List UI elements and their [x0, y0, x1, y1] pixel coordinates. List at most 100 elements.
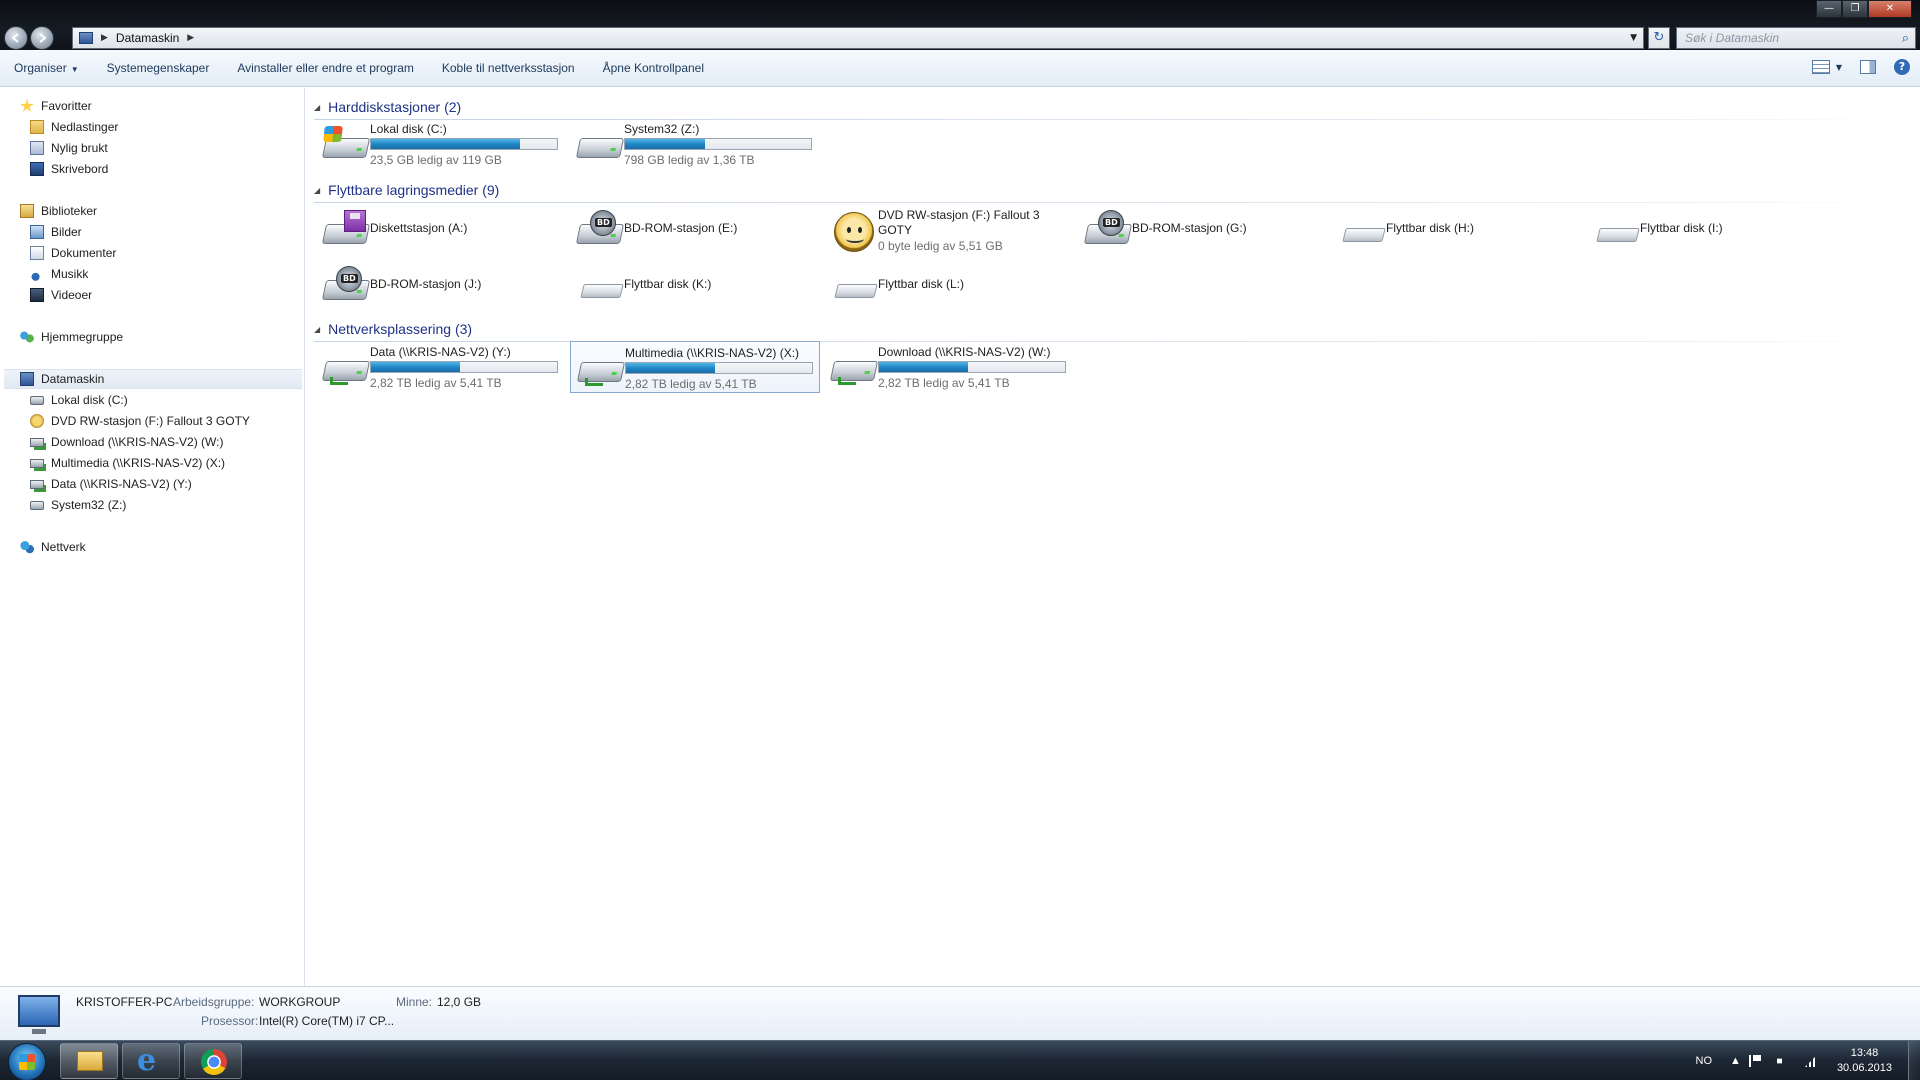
volume-icon[interactable]	[1776, 1055, 1787, 1067]
nav-videos[interactable]: Videoer	[30, 285, 92, 305]
collapse-triangle-icon[interactable]: ◢	[314, 103, 320, 112]
windows-logo-icon	[323, 126, 343, 142]
group-header-removable[interactable]: ◢ Flyttbare lagringsmedier (9)	[314, 181, 1918, 203]
nav-label: Hjemmegruppe	[41, 330, 124, 344]
nav-drive-z[interactable]: System32 (Z:)	[30, 495, 126, 515]
workgroup-value: WORKGROUP	[259, 995, 341, 1009]
show-hidden-icons-icon[interactable]: ▲	[1730, 1055, 1741, 1067]
search-icon[interactable]: ⌕	[1902, 30, 1909, 46]
drive-tile-x[interactable]: Multimedia (\\KRIS-NAS-V2) (X:) 2,82 TB …	[570, 341, 820, 393]
organize-button[interactable]: Organiser ▼	[0, 61, 93, 75]
forward-button[interactable]	[30, 26, 54, 50]
drive-tile-h[interactable]: Flyttbar disk (H:)	[1332, 204, 1582, 256]
taskbar-chrome[interactable]	[184, 1043, 242, 1079]
minimize-button[interactable]: —	[1816, 0, 1842, 18]
address-dropdown-icon[interactable]: ▼	[1630, 33, 1637, 43]
network-drive-icon	[30, 479, 44, 489]
chrome-icon	[201, 1049, 227, 1075]
internet-explorer-icon: e	[137, 1043, 157, 1078]
nav-music[interactable]: Musikk	[30, 264, 88, 284]
show-desktop-button[interactable]	[1908, 1041, 1920, 1080]
drive-tile-k[interactable]: Flyttbar disk (K:)	[570, 260, 820, 312]
breadcrumb-computer[interactable]: Datamaskin	[116, 31, 179, 45]
action-center-flag-icon[interactable]	[1748, 1055, 1761, 1067]
nav-recent[interactable]: Nylig brukt	[30, 138, 108, 158]
nav-documents[interactable]: Dokumenter	[30, 243, 116, 263]
downloads-folder-icon	[30, 120, 44, 134]
computer-name: KRISTOFFER-PC	[76, 995, 173, 1009]
nav-favorites[interactable]: Favoritter	[20, 96, 92, 116]
drive-usage-fill	[879, 362, 969, 372]
nav-pictures[interactable]: Bilder	[30, 222, 82, 242]
taskbar-explorer[interactable]	[60, 1043, 118, 1079]
nav-homegroup[interactable]: Hjemmegruppe	[20, 327, 123, 347]
nav-network[interactable]: Nettverk	[20, 537, 86, 557]
nav-computer[interactable]: Datamaskin	[4, 369, 302, 389]
nav-desktop[interactable]: Skrivebord	[30, 159, 108, 179]
collapse-triangle-icon[interactable]: ◢	[314, 186, 320, 195]
nav-drive-c[interactable]: Lokal disk (C:)	[30, 390, 128, 410]
floppy-drive-icon	[321, 210, 371, 252]
maximize-button[interactable]: ❐	[1842, 0, 1868, 18]
open-control-panel-button[interactable]: Åpne Kontrollpanel	[589, 61, 718, 75]
nav-label: Nylig brukt	[51, 141, 108, 155]
refresh-button[interactable]: ↻	[1648, 27, 1670, 49]
clock-time: 13:48	[1850, 1047, 1879, 1059]
drive-tile-y[interactable]: Data (\\KRIS-NAS-V2) (Y:) 2,82 TB ledig …	[316, 341, 566, 393]
back-button[interactable]	[4, 26, 28, 50]
drive-space-info: 2,82 TB ledig av 5,41 TB	[878, 376, 1010, 390]
drive-tile-j[interactable]: BD BD-ROM-stasjon (J:)	[316, 260, 566, 312]
recent-places-icon	[30, 141, 44, 155]
drive-tile-f[interactable]: DVD RW-stasjon (F:) Fallout 3 GOTY 0 byt…	[824, 204, 1074, 256]
breadcrumb-chevron-icon[interactable]: ▶	[187, 33, 194, 43]
drive-tile-c[interactable]: Lokal disk (C:) 23,5 GB ledig av 119 GB	[316, 118, 566, 170]
drive-name: DVD RW-stasjon (F:) Fallout 3 GOTY	[878, 208, 1040, 237]
nav-drive-f[interactable]: DVD RW-stasjon (F:) Fallout 3 GOTY	[30, 411, 250, 431]
removable-disk-icon	[576, 266, 624, 308]
drive-name: Flyttbar disk (K:)	[624, 277, 712, 291]
drive-tile-e[interactable]: BD BD-ROM-stasjon (E:)	[570, 204, 820, 256]
collapse-triangle-icon[interactable]: ◢	[314, 325, 320, 334]
nav-drive-w[interactable]: Download (\\KRIS-NAS-V2) (W:)	[30, 432, 223, 452]
change-view-button[interactable]: ▼	[1811, 60, 1842, 74]
close-button[interactable]: ✕	[1868, 0, 1912, 18]
network-drive-icon	[30, 437, 44, 447]
group-header-hard-drives[interactable]: ◢ Harddiskstasjoner (2)	[314, 98, 1918, 120]
drive-tile-l[interactable]: Flyttbar disk (L:)	[824, 260, 1074, 312]
drive-tile-i[interactable]: Flyttbar disk (I:)	[1586, 204, 1836, 256]
system-properties-button[interactable]: Systemegenskaper	[93, 61, 224, 75]
pictures-icon	[30, 225, 44, 239]
language-indicator[interactable]: NO	[1696, 1055, 1713, 1067]
drive-name: Lokal disk (C:)	[370, 122, 447, 136]
taskbar-internet-explorer[interactable]: e	[122, 1043, 180, 1079]
address-bar[interactable]: ▶ Datamaskin ▶ ▼	[72, 27, 1644, 49]
clock[interactable]: 13:48 30.06.2013	[1837, 1046, 1892, 1076]
refresh-icon: ↻	[1653, 30, 1665, 45]
help-button[interactable]: ?	[1894, 59, 1910, 75]
map-network-drive-button[interactable]: Koble til nettverksstasjon	[428, 61, 589, 75]
libraries-icon	[20, 204, 34, 218]
drive-name: Flyttbar disk (I:)	[1640, 221, 1723, 235]
nav-libraries[interactable]: Biblioteker	[20, 201, 97, 221]
nav-drive-y[interactable]: Data (\\KRIS-NAS-V2) (Y:)	[30, 474, 192, 494]
drive-tile-a[interactable]: Diskettstasjon (A:)	[316, 204, 566, 256]
navigation-pane: Favoritter Nedlastinger Nylig brukt Skri…	[0, 88, 305, 986]
homegroup-icon	[20, 330, 34, 344]
group-header-network[interactable]: ◢ Nettverksplassering (3)	[314, 320, 1918, 342]
search-input[interactable]: Søk i Datamaskin ⌕	[1676, 27, 1916, 49]
network-drive-icon	[321, 347, 371, 389]
drive-tile-w[interactable]: Download (\\KRIS-NAS-V2) (W:) 2,82 TB le…	[824, 341, 1074, 393]
drive-tile-z[interactable]: System32 (Z:) 798 GB ledig av 1,36 TB	[570, 118, 820, 170]
nav-downloads[interactable]: Nedlastinger	[30, 117, 118, 137]
breadcrumb-chevron-icon[interactable]: ▶	[101, 33, 108, 43]
view-icon	[1811, 60, 1830, 74]
start-button[interactable]	[8, 1043, 46, 1080]
drive-tile-g[interactable]: BD BD-ROM-stasjon (G:)	[1078, 204, 1328, 256]
taskbar: e NO ▲ 13:48 30.06.2013	[0, 1040, 1920, 1080]
nav-drive-x[interactable]: Multimedia (\\KRIS-NAS-V2) (X:)	[30, 453, 225, 473]
uninstall-program-button[interactable]: Avinstaller eller endre et program	[223, 61, 428, 75]
preview-pane-button[interactable]	[1860, 60, 1876, 74]
drive-usage-bar	[370, 361, 558, 373]
drive-usage-fill	[625, 139, 705, 149]
network-status-icon[interactable]	[1804, 1055, 1817, 1067]
